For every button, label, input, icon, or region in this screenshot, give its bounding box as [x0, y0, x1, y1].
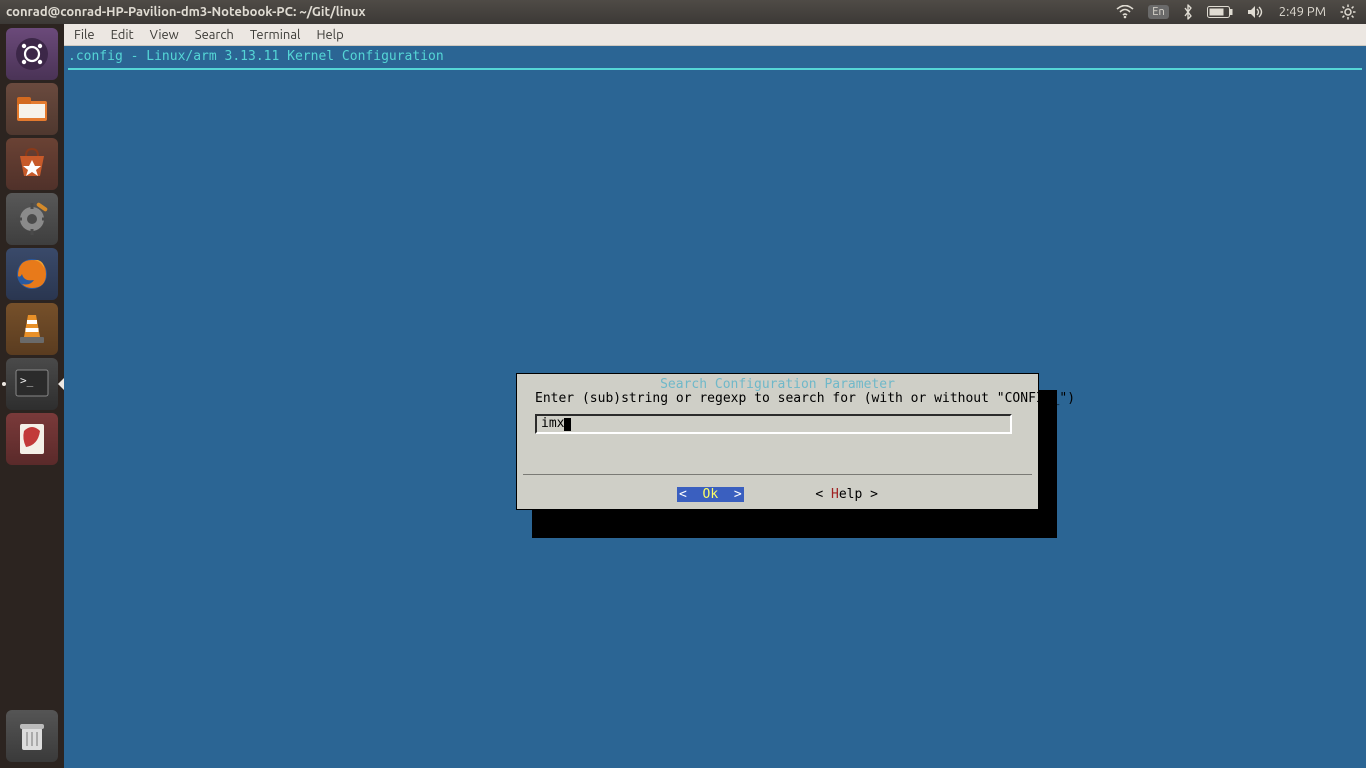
unity-launcher: >_ — [0, 24, 64, 768]
indicator-area: En 2:49 PM — [1116, 4, 1366, 20]
menuconfig-divider — [68, 68, 1362, 70]
dialog-title: Search Configuration Parameter — [517, 378, 1038, 392]
text-cursor — [564, 418, 571, 431]
help-button-label: elp — [839, 487, 862, 502]
menu-edit[interactable]: Edit — [111, 28, 134, 42]
trash-icon[interactable] — [6, 710, 58, 762]
search-input-value: imx — [541, 417, 564, 431]
battery-icon[interactable] — [1207, 6, 1233, 18]
firefox-icon[interactable] — [6, 248, 58, 300]
session-gear-icon[interactable] — [1340, 4, 1356, 20]
nautilus-icon[interactable] — [6, 83, 58, 135]
menu-file[interactable]: File — [74, 28, 95, 42]
menu-help[interactable]: Help — [316, 28, 343, 42]
vlc-icon[interactable] — [6, 303, 58, 355]
keyboard-layout-indicator[interactable]: En — [1148, 5, 1168, 19]
ok-button-label: Ok — [703, 487, 719, 502]
dialog-prompt: Enter (sub)string or regexp to search fo… — [535, 392, 1020, 406]
software-center-icon[interactable] — [6, 138, 58, 190]
search-input[interactable]: imx — [535, 414, 1012, 434]
menu-view[interactable]: View — [150, 28, 179, 42]
dash-icon[interactable] — [6, 28, 58, 80]
ok-button[interactable]: < Ok > — [677, 487, 744, 502]
wifi-icon[interactable] — [1116, 5, 1134, 19]
window-title: conrad@conrad-HP-Pavilion-dm3-Notebook-P… — [0, 5, 1116, 19]
help-button[interactable]: < Help > — [815, 487, 878, 502]
top-panel: conrad@conrad-HP-Pavilion-dm3-Notebook-P… — [0, 0, 1366, 24]
evince-icon[interactable] — [6, 413, 58, 465]
volume-icon[interactable] — [1247, 5, 1265, 19]
svg-text:>_: >_ — [20, 374, 34, 387]
clock[interactable]: 2:49 PM — [1279, 5, 1326, 19]
search-dialog: Search Configuration Parameter Enter (su… — [516, 373, 1039, 510]
menuconfig-title: .config - Linux/arm 3.13.11 Kernel Confi… — [68, 50, 444, 64]
terminal-viewport[interactable]: .config - Linux/arm 3.13.11 Kernel Confi… — [64, 46, 1366, 768]
menu-terminal[interactable]: Terminal — [250, 28, 301, 42]
settings-icon[interactable] — [6, 193, 58, 245]
terminal-icon[interactable]: >_ — [6, 358, 58, 410]
bluetooth-icon[interactable] — [1183, 4, 1193, 20]
help-hotkey: H — [831, 487, 839, 502]
menu-search[interactable]: Search — [195, 28, 234, 42]
dialog-button-row: < Ok > < Help > — [517, 488, 1038, 502]
dialog-separator — [523, 474, 1032, 475]
terminal-menubar: File Edit View Search Terminal Help — [64, 24, 1366, 46]
